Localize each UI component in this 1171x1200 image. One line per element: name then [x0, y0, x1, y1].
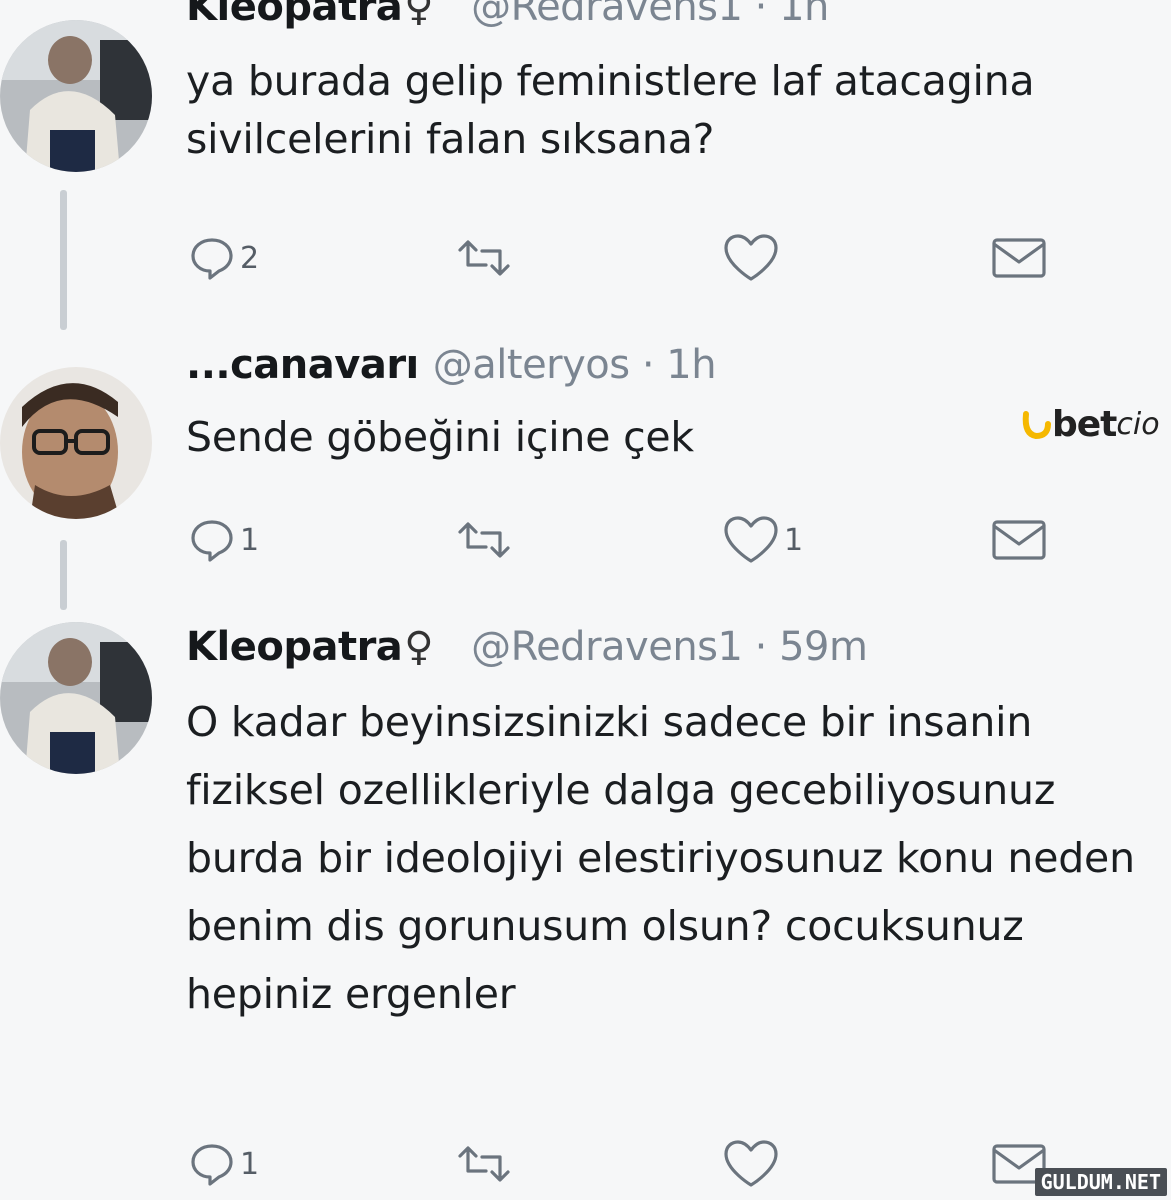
like-icon: [724, 1140, 778, 1187]
tweet-text: O kadar beyinsizsinizki sadece bir insan…: [186, 698, 1135, 1018]
like-button[interactable]: 1: [722, 512, 803, 568]
avatar-image: [0, 367, 152, 519]
gender-symbol: ♀: [404, 0, 434, 30]
reply-button[interactable]: 1: [188, 1136, 259, 1192]
retweet-button[interactable]: [452, 230, 516, 286]
avatar-image: [0, 622, 152, 774]
brand-mark-icon: [1022, 411, 1051, 440]
reply-icon: [191, 238, 233, 280]
display-name[interactable]: Kleopatra: [186, 0, 403, 30]
tweet-header: Kleopatra♀ @Redravens1 · 59m: [186, 624, 868, 670]
tweet-actions: 1 1: [0, 512, 1171, 568]
dm-icon: [992, 520, 1046, 560]
reply-count: 2: [240, 240, 260, 276]
tweet-text: ya burada gelip feministlere laf atacagi…: [186, 57, 1035, 163]
brand-name-prefix: bet: [1052, 403, 1117, 445]
tweet-header: ...canavarı @alteryos · 1h: [186, 342, 717, 388]
reply-count: 1: [240, 522, 260, 558]
dm-button[interactable]: [990, 512, 1048, 568]
tweet-actions: 1: [0, 1136, 1171, 1192]
retweet-icon: [458, 240, 510, 276]
brand-logo: bet cio: [1020, 403, 1160, 445]
like-icon: [724, 234, 778, 281]
retweet-icon: [458, 522, 510, 558]
handle-time[interactable]: @Redravens1 · 59m: [471, 624, 868, 670]
retweet-icon: [458, 1146, 510, 1182]
site-watermark: GULDUM.NET: [1034, 1168, 1167, 1196]
handle-time[interactable]: @alteryos · 1h: [433, 342, 717, 388]
reply-button[interactable]: 2: [188, 230, 259, 286]
display-name[interactable]: Kleopatra: [186, 624, 403, 670]
display-name[interactable]: ...canavarı: [186, 342, 419, 388]
handle-time[interactable]: @Redravens1 · 1h: [471, 0, 829, 30]
like-button[interactable]: [722, 230, 780, 286]
like-button[interactable]: [722, 1136, 780, 1192]
reply-count: 1: [240, 1146, 260, 1182]
gender-symbol: ♀: [404, 624, 434, 670]
brand-name-suffix: cio: [1116, 406, 1160, 442]
dm-button[interactable]: [990, 230, 1048, 286]
avatar-image: [0, 20, 152, 172]
reply-icon: [191, 1144, 233, 1186]
like-count: 1: [784, 522, 804, 558]
reply-icon: [191, 520, 233, 562]
avatar-kleopatra[interactable]: [0, 622, 152, 774]
retweet-button[interactable]: [452, 1136, 516, 1192]
retweet-button[interactable]: [452, 512, 516, 568]
tweet-actions: 2: [0, 230, 1171, 286]
tweet-text: Sende göbeğini içine çek: [186, 413, 694, 461]
reply-button[interactable]: 1: [188, 512, 259, 568]
tweet-header: Kleopatra♀ @Redravens1 · 1h: [186, 0, 829, 30]
avatar-alteryos[interactable]: [0, 367, 152, 519]
dm-icon: [992, 238, 1046, 278]
like-icon: [724, 516, 778, 563]
avatar-kleopatra[interactable]: [0, 20, 152, 172]
